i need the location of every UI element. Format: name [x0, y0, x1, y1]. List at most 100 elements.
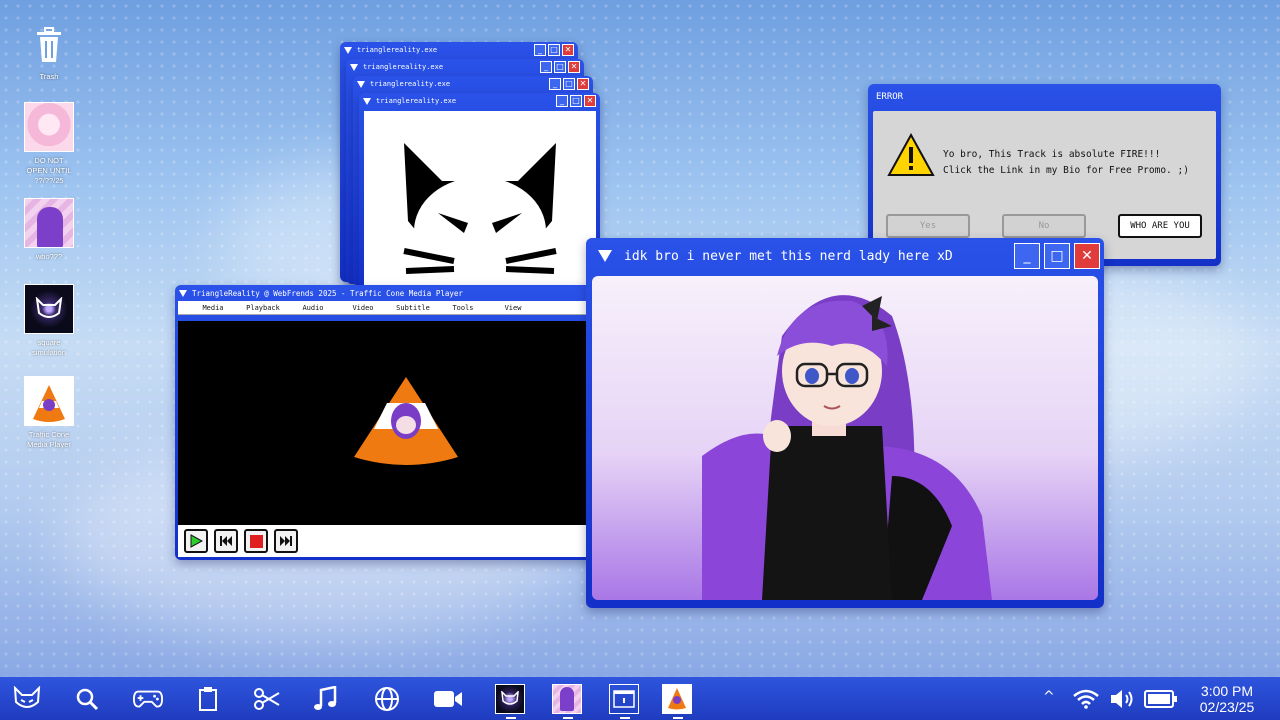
next-icon [280, 536, 292, 546]
cat-glyph-icon [35, 297, 63, 318]
minimize-button[interactable]: _ [534, 44, 546, 56]
minimize-button[interactable]: _ [540, 61, 552, 73]
clock-date: 02/23/25 [1199, 699, 1255, 715]
desktop-icon-who[interactable]: who??? [14, 198, 84, 262]
cat-glyph-icon [501, 691, 519, 705]
battery-button[interactable] [1144, 690, 1178, 712]
tray-expand-icon[interactable]: ^ [1043, 689, 1055, 705]
window-icon [613, 690, 635, 708]
minimize-button[interactable]: _ [549, 78, 561, 90]
speaker-icon [1111, 690, 1133, 708]
desktop-icon-label: Trash [39, 72, 59, 81]
character-icon [560, 687, 574, 711]
menu-media[interactable]: Media [188, 304, 238, 312]
video-button[interactable] [433, 684, 463, 714]
glowing-cat-thumbnail [24, 284, 74, 334]
anime-portrait-thumbnail [24, 102, 74, 152]
volume-button[interactable] [1109, 688, 1135, 714]
active-indicator [620, 717, 630, 719]
window-menu-icon[interactable] [598, 250, 612, 262]
close-button[interactable]: ✕ [577, 78, 589, 90]
maximize-button[interactable]: □ [1044, 243, 1070, 269]
window-menu-icon[interactable] [350, 63, 358, 71]
previous-icon [220, 536, 232, 546]
desktop-icon-do-not-open[interactable]: DO NOT OPEN UNTIL ??/??/25 [14, 102, 84, 186]
menu-subtitle[interactable]: Subtitle [388, 304, 438, 312]
menu-audio[interactable]: Audio [288, 304, 338, 312]
start-cat-button[interactable] [12, 684, 42, 714]
yes-button[interactable]: Yes [886, 214, 970, 238]
traffic-cone-thumbnail [24, 376, 74, 426]
stop-button[interactable] [244, 529, 268, 553]
window-title: trianglereality.exe [363, 63, 444, 71]
play-button[interactable] [184, 529, 208, 553]
clipboard-icon [199, 687, 217, 711]
search-button[interactable] [72, 684, 102, 714]
maximize-button[interactable]: □ [563, 78, 575, 90]
play-icon [190, 534, 203, 548]
taskbar-app-square-simulation[interactable] [495, 684, 525, 719]
wifi-button[interactable] [1073, 689, 1099, 713]
no-button[interactable]: No [1002, 214, 1086, 238]
active-indicator [563, 717, 573, 719]
minimize-button[interactable]: _ [556, 95, 568, 107]
desktop-icon-traffic-cone-player[interactable]: Traffic Cone Media Player [14, 376, 84, 450]
maximize-button[interactable]: □ [570, 95, 582, 107]
trianglereality-window-4[interactable]: trianglereality.exe _ □ ✕ [359, 93, 600, 288]
close-button[interactable]: ✕ [568, 61, 580, 73]
minimize-button[interactable]: _ [1014, 243, 1040, 269]
media-player-window[interactable]: TriangleReality @ WebFrends 2025 - Traff… [175, 285, 595, 560]
stop-icon [249, 534, 263, 548]
window-title: trianglereality.exe [370, 80, 451, 88]
media-controls [178, 525, 592, 557]
error-dialog-title: ERROR [876, 92, 904, 102]
taskbar-app-window[interactable] [609, 684, 639, 719]
desktop-icon-label: who??? [35, 252, 63, 261]
window-menu-icon[interactable] [344, 46, 352, 54]
menu-view[interactable]: View [488, 304, 538, 312]
clock[interactable]: 3:00 PM 02/23/25 [1192, 683, 1262, 715]
gamepad-icon [133, 690, 163, 708]
window-title: trianglereality.exe [357, 46, 438, 54]
desktop-icon-label: DO NOT OPEN UNTIL ??/??/25 [26, 156, 72, 185]
cat-icon [13, 686, 41, 708]
browser-button[interactable] [372, 684, 402, 714]
music-icon [314, 686, 337, 710]
error-message-line-2: Click the Link in my Bio for Free Promo.… [943, 165, 1189, 176]
character-window-title: idk bro i never met this nerd lady here … [624, 248, 953, 264]
cat-logo-canvas [364, 111, 596, 288]
close-button[interactable]: ✕ [1074, 243, 1100, 269]
maximize-button[interactable]: □ [554, 61, 566, 73]
previous-button[interactable] [214, 529, 238, 553]
who-are-you-button[interactable]: WHO ARE YOU [1118, 214, 1202, 238]
character-window[interactable]: idk bro i never met this nerd lady here … [586, 238, 1104, 608]
window-menu-icon[interactable] [357, 80, 365, 88]
video-viewport[interactable] [178, 321, 592, 525]
error-message-line-1: Yo bro, This Track is absolute FIRE!!! [943, 149, 1161, 160]
menu-tools[interactable]: Tools [438, 304, 488, 312]
clock-time: 3:00 PM [1200, 683, 1254, 699]
clipboard-button[interactable] [193, 684, 223, 714]
taskbar-app-who[interactable] [552, 684, 582, 719]
menu-playback[interactable]: Playback [238, 304, 288, 312]
taskbar-app-traffic-cone[interactable] [662, 684, 692, 719]
menu-video[interactable]: Video [338, 304, 388, 312]
desktop-icon-trash[interactable]: Trash [14, 24, 84, 82]
taskbar: ^ 3:00 PM 02/23/25 [0, 677, 1280, 720]
window-menu-icon[interactable] [179, 289, 187, 297]
media-player-title: TriangleReality @ WebFrends 2025 - Traff… [192, 288, 463, 298]
traffic-cone-icon [668, 688, 686, 710]
close-button[interactable]: ✕ [584, 95, 596, 107]
desktop-icon-square-simulation[interactable]: square simulation [14, 284, 84, 358]
maximize-button[interactable]: □ [548, 44, 560, 56]
games-button[interactable] [133, 684, 163, 714]
traffic-cone-logo-icon [354, 377, 458, 465]
window-menu-icon[interactable] [363, 97, 371, 105]
anime-girl-illustration [702, 295, 992, 600]
next-button[interactable] [274, 529, 298, 553]
desktop-icon-label: square simulation [32, 338, 66, 357]
close-button[interactable]: ✕ [562, 44, 574, 56]
globe-icon [375, 687, 399, 711]
music-button[interactable] [311, 684, 341, 714]
snip-button[interactable] [252, 684, 282, 714]
